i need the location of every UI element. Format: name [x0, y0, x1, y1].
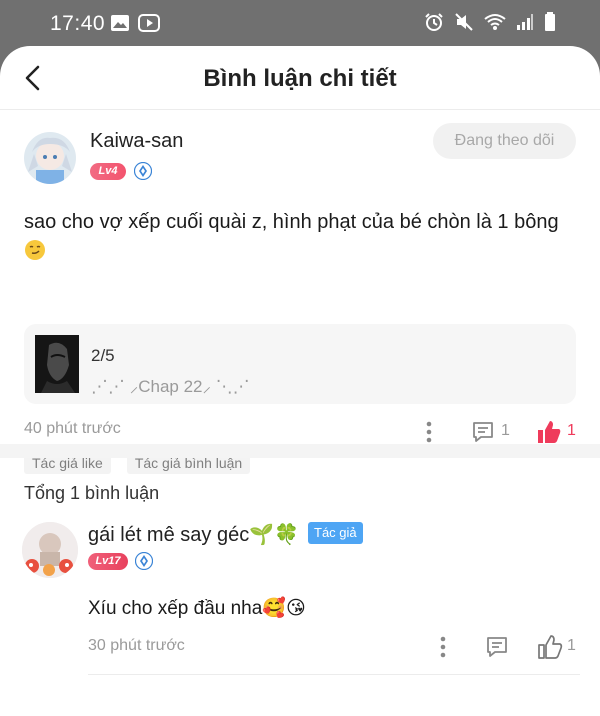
author-badge: Tác giả: [308, 522, 363, 544]
battery-icon: [545, 12, 555, 31]
level-badge: Lv4: [90, 163, 126, 180]
username[interactable]: Kaiwa-san: [90, 130, 183, 153]
more-options-icon[interactable]: [426, 421, 432, 443]
total-comments-label: Tổng 1 bình luận: [24, 483, 160, 503]
chapter-page: 2/5: [91, 346, 115, 365]
chapter-title: ⋰⋰ ⸝Chap 22⸝ ⋱⋰: [91, 377, 250, 396]
header: Bình luận chi tiết: [0, 46, 600, 110]
like-filled-icon[interactable]: [536, 419, 562, 444]
reply-avatar[interactable]: [22, 522, 78, 578]
comment-time: 40 phút trước: [24, 420, 121, 437]
reply-divider: [88, 674, 580, 675]
status-time: 17:40: [50, 12, 106, 35]
like-outline-icon[interactable]: [537, 634, 563, 659]
status-bar: 17:40: [0, 0, 600, 48]
comment-detail-sheet: Bình luận chi tiết Kaiwa-san Lv4 Đang th…: [0, 46, 600, 716]
reply-username[interactable]: gái lét mê say géc🌱🍀: [88, 522, 299, 547]
comment-body: sao cho vợ xếp cuối quài z, hình phạt củ…: [24, 211, 559, 233]
comment-icon[interactable]: [471, 420, 495, 444]
like-count: 1: [567, 422, 576, 439]
reply-like-count: 1: [567, 637, 576, 654]
smirk-emoji: [24, 239, 46, 271]
page-title: Bình luận chi tiết: [203, 65, 397, 92]
comment-count: 1: [501, 422, 510, 439]
comment-text: sao cho vợ xếp cuối quài z, hình phạt củ…: [24, 206, 584, 271]
comment-icon[interactable]: [485, 635, 509, 659]
mute-icon: [455, 13, 473, 31]
image-icon: [111, 15, 129, 31]
reply-time: 30 phút trước: [88, 637, 185, 654]
signal-icon: [517, 14, 533, 30]
gem-icon: [135, 552, 153, 570]
gem-icon: [134, 162, 152, 180]
more-options-icon[interactable]: [440, 636, 446, 658]
alarm-icon: [425, 13, 443, 31]
section-divider: [0, 444, 600, 458]
reply-text: Xíu cho xếp đầu nha🥰😘: [88, 598, 306, 619]
chapter-reference-card[interactable]: 2/5 ⋰⋰ ⸝Chap 22⸝ ⋱⋰: [24, 324, 576, 404]
reply-meta: 30 phút trước 1: [88, 634, 580, 660]
wifi-icon: [484, 14, 506, 30]
chapter-thumbnail: [35, 335, 79, 393]
comment-meta: 40 phút trước 1 1: [24, 420, 580, 444]
youtube-icon: [138, 14, 160, 32]
avatar[interactable]: [24, 132, 76, 184]
reply-level-badge: Lv17: [88, 553, 128, 570]
following-button[interactable]: Đang theo dõi: [433, 123, 576, 159]
